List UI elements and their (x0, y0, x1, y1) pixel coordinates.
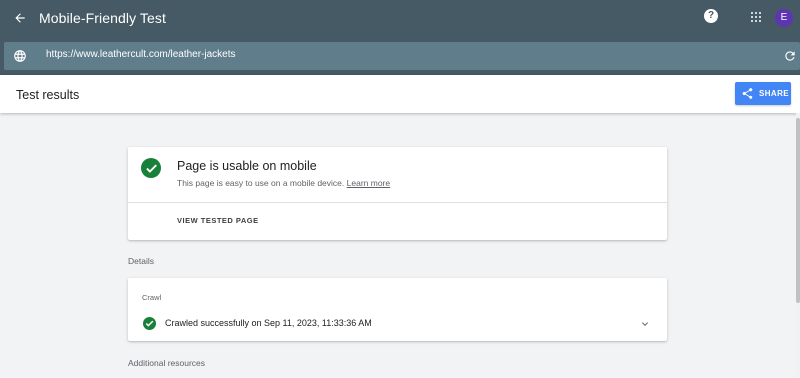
refresh-icon[interactable] (783, 49, 797, 63)
back-arrow-icon[interactable] (10, 8, 30, 28)
url-input[interactable] (46, 49, 746, 60)
additional-resources-label: Additional resources (128, 358, 206, 368)
verdict-card: Page is usable on mobile This page is ea… (128, 147, 667, 240)
verdict-description-text: This page is easy to use on a mobile dev… (177, 178, 345, 188)
help-icon[interactable]: ? (704, 9, 718, 23)
app-bar: Mobile-Friendly Test ? E (0, 0, 800, 75)
card-divider (128, 202, 667, 203)
check-circle-icon (141, 158, 161, 178)
apps-grid-icon[interactable] (751, 12, 763, 24)
crawl-label: Crawl (142, 293, 162, 302)
globe-icon (13, 49, 27, 63)
share-icon (742, 88, 753, 99)
share-label: SHARE (759, 89, 790, 98)
scrollbar-thumb[interactable] (796, 118, 800, 303)
page-scrollbar[interactable] (796, 113, 800, 378)
share-button[interactable]: SHARE (735, 82, 791, 105)
check-circle-icon (143, 317, 156, 330)
verdict-description: This page is easy to use on a mobile dev… (177, 178, 390, 188)
crawl-status-text: Crawled successfully on Sep 11, 2023, 11… (165, 318, 372, 328)
crawl-card[interactable]: Crawl Crawled successfully on Sep 11, 20… (128, 278, 667, 341)
details-section-label: Details (128, 256, 154, 266)
results-header: Test results SHARE (0, 75, 800, 113)
chevron-down-icon[interactable] (639, 317, 651, 329)
learn-more-link[interactable]: Learn more (347, 178, 390, 188)
results-title: Test results (16, 88, 80, 102)
view-tested-page-button[interactable]: VIEW TESTED PAGE (177, 216, 259, 225)
app-title: Mobile-Friendly Test (39, 10, 167, 26)
account-avatar[interactable]: E (775, 9, 793, 27)
verdict-heading: Page is usable on mobile (177, 159, 317, 173)
url-bar (4, 42, 800, 70)
